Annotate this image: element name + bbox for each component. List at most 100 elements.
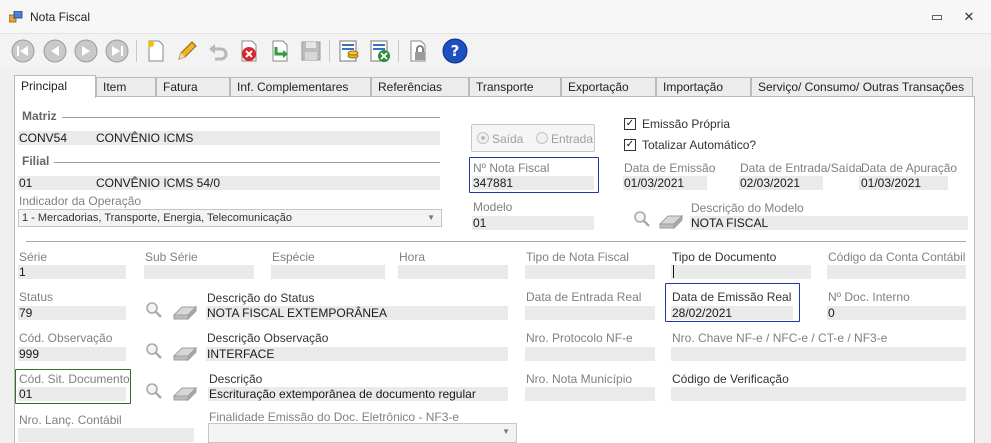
- serie-field[interactable]: [18, 265, 126, 279]
- tab-item[interactable]: Item: [96, 77, 156, 97]
- tab-referencias[interactable]: Referências: [371, 77, 469, 97]
- nota-municipio-field[interactable]: [525, 387, 655, 401]
- nota-municipio-label: Nro. Nota Município: [526, 372, 633, 386]
- filial-section-label: Filial: [22, 154, 50, 168]
- totalizar-label: Totalizar Automático?: [642, 138, 757, 152]
- eraser-icon[interactable]: [658, 212, 684, 230]
- especie-field[interactable]: [271, 265, 385, 279]
- eraser-icon[interactable]: [172, 384, 198, 402]
- indicador-value: 1 - Mercadorias, Transporte, Energia, Te…: [22, 212, 293, 224]
- data-entrada-real-label: Data de Entrada Real: [526, 290, 642, 304]
- search-icon[interactable]: [145, 382, 163, 400]
- previous-record-icon: [43, 39, 67, 63]
- matriz-divider: [62, 117, 440, 118]
- help-button[interactable]: ?: [441, 37, 469, 65]
- arrow-down-right-icon: [272, 40, 288, 62]
- chave-nfe-label: Nro. Chave NF-e / NFC-e / CT-e / NF3-e: [672, 331, 888, 345]
- toolbar-separator: [398, 40, 399, 62]
- indicador-label: Indicador da Operação: [19, 194, 142, 208]
- matriz-name: CONVÊNIO ICMS: [96, 131, 194, 145]
- modelo-field[interactable]: [472, 216, 594, 230]
- doc-interno-value: 0: [828, 306, 835, 320]
- chevron-down-icon: ▼: [502, 427, 510, 436]
- status-label: Status: [19, 290, 54, 304]
- filial-name: CONVÊNIO ICMS 54/0: [96, 176, 221, 190]
- save-button[interactable]: [297, 37, 325, 65]
- data-entrada-real-field[interactable]: [525, 306, 655, 320]
- emissao-propria-checkbox[interactable]: ✓: [624, 118, 636, 130]
- new-record-button[interactable]: [142, 37, 170, 65]
- protocolo-nfe-field[interactable]: [525, 347, 655, 361]
- codigo-verificacao-label: Código de Verificação: [672, 372, 789, 386]
- toolbar-separator: [136, 40, 137, 62]
- status-field[interactable]: [18, 306, 126, 320]
- search-icon[interactable]: [145, 342, 163, 360]
- close-button[interactable]: ✕: [961, 9, 977, 25]
- pencil-icon: [178, 41, 197, 60]
- svg-text:?: ?: [451, 42, 460, 60]
- window-title: Nota Fiscal: [30, 10, 91, 24]
- tab-importacao[interactable]: Importação: [656, 77, 751, 97]
- next-record-button[interactable]: [72, 37, 100, 65]
- chave-nfe-field[interactable]: [671, 347, 966, 361]
- finalidade-emissao-select[interactable]: ▼: [208, 423, 517, 443]
- totalizar-checkbox-box[interactable]: ✓: [624, 139, 636, 151]
- search-icon[interactable]: [145, 301, 163, 319]
- data-entrada-saida-label: Data de Entrada/Saída: [740, 161, 863, 175]
- help-question-icon: ?: [442, 38, 468, 64]
- tab-fatura[interactable]: Fatura: [156, 77, 230, 97]
- tipo-documento-field[interactable]: [671, 265, 811, 279]
- next-record-icon: [74, 39, 98, 63]
- tab-principal[interactable]: Principal: [14, 75, 96, 98]
- nota-fiscal-label: Nº Nota Fiscal: [473, 161, 550, 175]
- saida-radio[interactable]: [477, 132, 489, 144]
- minimize-button[interactable]: ▭: [929, 9, 945, 25]
- tab-servico-consumo[interactable]: Serviço/ Consumo/ Outras Transações: [751, 77, 973, 97]
- tab-transporte[interactable]: Transporte: [469, 77, 561, 97]
- undo-button[interactable]: [204, 37, 232, 65]
- tab-exportacao[interactable]: Exportação: [561, 77, 656, 97]
- descricao-modelo-value: NOTA FISCAL: [691, 216, 769, 230]
- hora-field[interactable]: [398, 265, 508, 279]
- doc-interno-field[interactable]: [827, 306, 966, 320]
- delete-record-button[interactable]: [235, 37, 263, 65]
- descricao-observacao-value: INTERFACE: [207, 347, 275, 361]
- indicador-select[interactable]: 1 - Mercadorias, Transporte, Energia, Te…: [18, 209, 442, 227]
- finalidade-emissao-label: Finalidade Emissão do Doc. Eletrônico - …: [209, 410, 460, 424]
- emissao-propria-label: Emissão Própria: [642, 117, 731, 131]
- cod-observacao-value: 999: [19, 347, 40, 361]
- lancamento-contabil-field[interactable]: [18, 428, 194, 442]
- cod-sit-documento-label: Cód. Sit. Documento: [19, 372, 130, 386]
- entrada-radio[interactable]: [536, 132, 548, 144]
- lock-button[interactable]: [404, 37, 432, 65]
- serie-value: 1: [19, 265, 26, 279]
- data-emissao-real-label: Data de Emissão Real: [672, 290, 792, 304]
- sub-serie-label: Sub Série: [145, 250, 198, 264]
- last-record-button[interactable]: [103, 37, 131, 65]
- undo-icon: [209, 44, 228, 61]
- filial-field[interactable]: [18, 176, 440, 190]
- edit-record-button[interactable]: [173, 37, 201, 65]
- first-record-button[interactable]: [9, 37, 37, 65]
- previous-record-button[interactable]: [41, 37, 69, 65]
- data-emissao-label: Data de Emissão: [624, 161, 716, 175]
- hora-label: Hora: [399, 250, 426, 264]
- matriz-field[interactable]: [18, 131, 440, 145]
- tab-inf-complementares[interactable]: Inf. Complementares: [230, 77, 371, 97]
- cod-observacao-label: Cód. Observação: [19, 331, 113, 345]
- eraser-icon[interactable]: [172, 303, 198, 321]
- confirm-button[interactable]: [266, 37, 294, 65]
- sub-serie-field[interactable]: [144, 265, 254, 279]
- conta-contabil-field[interactable]: [827, 265, 966, 279]
- cod-sit-documento-value: 01: [19, 387, 33, 401]
- codigo-verificacao-field[interactable]: [671, 387, 966, 401]
- search-icon[interactable]: [633, 210, 651, 228]
- cod-sit-documento-field[interactable]: [18, 387, 126, 401]
- eraser-icon[interactable]: [172, 344, 198, 362]
- export-excel-button[interactable]: [366, 37, 394, 65]
- tipo-documento-label: Tipo de Documento: [672, 250, 777, 264]
- report-button[interactable]: [335, 37, 363, 65]
- tipo-nota-fiscal-field[interactable]: [525, 265, 655, 279]
- serie-label: Série: [19, 250, 48, 264]
- section-divider: [26, 241, 966, 242]
